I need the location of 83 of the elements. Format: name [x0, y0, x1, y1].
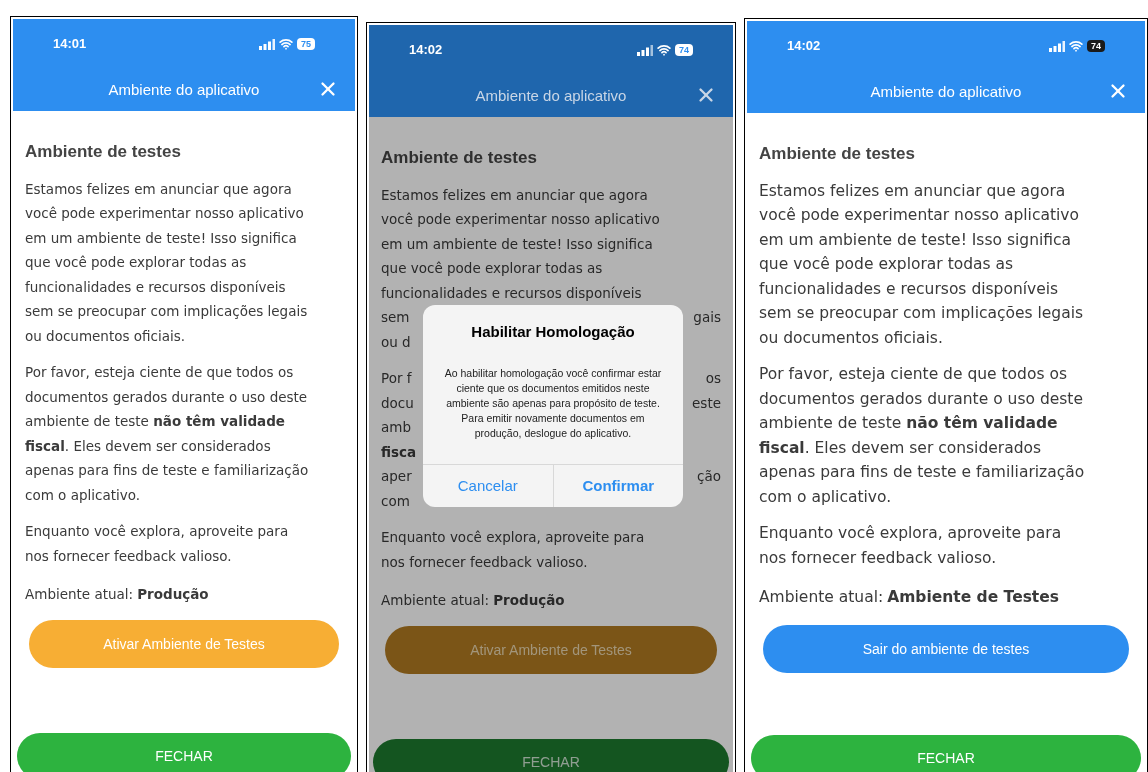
- close-app-button[interactable]: FECHAR: [373, 739, 729, 772]
- paragraph-line: ambiente de teste não têm validade: [25, 412, 286, 431]
- status-time: 14:02: [787, 37, 821, 56]
- dialog-title: Habilitar Homologação: [471, 322, 635, 342]
- status-time: 14:01: [53, 35, 87, 54]
- paragraph-line: ou documentos oficiais.: [25, 326, 186, 346]
- paragraph-line: Estamos felizes em anunciar que agora: [25, 179, 292, 199]
- env-label: Ambiente atual:: [25, 585, 134, 604]
- paragraph-line: ambiente de teste não têm validade: [759, 413, 1058, 434]
- paragraph-line: Enquanto você explora, aproveite para: [759, 523, 1062, 544]
- paragraph-line: os: [705, 369, 721, 388]
- paragraph-line: este: [692, 393, 721, 413]
- paragraph-line: nos fornecer feedback valioso.: [381, 552, 588, 572]
- paragraph-line: em um ambiente de teste! Isso significa: [25, 228, 297, 248]
- battery-level: 75: [297, 38, 315, 50]
- paragraph-line: ção: [697, 467, 721, 486]
- dialog-button[interactable]: Cancelar: [423, 465, 553, 507]
- paragraph-line: Enquanto você explora, aproveite para: [381, 528, 645, 547]
- battery-level: 74: [675, 44, 693, 56]
- paragraph-line: docu: [381, 393, 414, 413]
- paragraph-line: Por f: [381, 369, 412, 388]
- paragraph-line: você pode experimentar nosso aplicativo: [381, 210, 660, 229]
- paragraph-line: ou d: [381, 332, 411, 352]
- close-app-button[interactable]: FECHAR: [17, 733, 351, 772]
- dialog-button[interactable]: Confirmar: [552, 465, 683, 507]
- env-value: Produção: [137, 585, 209, 604]
- section-heading: Ambiente de testes: [25, 141, 182, 163]
- action-button[interactable]: Ativar Ambiente de Testes: [29, 620, 339, 669]
- paragraph-line: Por favor, esteja ciente de que todos os: [759, 364, 1067, 385]
- paragraph-line: fiscal. Eles devem ser considerados: [759, 437, 1042, 459]
- paragraph-line: que você pode explorar todas as: [381, 259, 603, 278]
- wifi-icon: [279, 37, 293, 51]
- paragraph-line: Por favor, esteja ciente de que todos os: [25, 363, 294, 382]
- paragraph-line: sem: [381, 308, 410, 327]
- paragraph-line: funcionalidades e recursos disponíveis: [759, 278, 1059, 300]
- env-value: Produção: [493, 591, 565, 610]
- paragraph-line: com: [381, 491, 410, 511]
- status-time: 14:02: [409, 41, 443, 60]
- paragraph-line: Enquanto você explora, aproveite para: [25, 522, 289, 541]
- close-app-button[interactable]: FECHAR: [751, 735, 1141, 772]
- env-label: Ambiente atual:: [381, 591, 490, 610]
- signal-icon: [259, 38, 275, 50]
- paragraph-line: documentos gerados durante o uso deste: [25, 387, 308, 407]
- header-title: Ambiente do aplicativo: [108, 79, 260, 100]
- paragraph-line: em um ambiente de teste! Isso significa: [381, 234, 653, 254]
- paragraph-line: com o aplicativo.: [759, 486, 892, 508]
- signal-icon: [637, 44, 653, 56]
- paragraph-line: apenas para fins de teste e familiarização: [759, 462, 1085, 483]
- paragraph-line: nos fornecer feedback valioso.: [759, 547, 997, 569]
- paragraph-line: amb: [381, 418, 411, 437]
- action-button[interactable]: Ativar Ambiente de Testes: [385, 626, 717, 675]
- paragraph-line: Estamos felizes em anunciar que agora: [381, 185, 648, 205]
- paragraph-line: sem se preocupar com implicações legais: [759, 303, 1084, 324]
- paragraph-line: ou documentos oficiais.: [759, 327, 943, 349]
- env-label: Ambiente atual:: [759, 587, 884, 608]
- wifi-icon: [657, 43, 671, 57]
- header-title: Ambiente do aplicativo: [870, 81, 1022, 102]
- paragraph-line: documentos gerados durante o uso deste: [759, 388, 1083, 410]
- paragraph-line: você pode experimentar nosso aplicativo: [759, 205, 1079, 226]
- paragraph-line: sem se preocupar com implicações legais: [25, 302, 308, 321]
- paragraph-line: funcionalidades e recursos disponíveis: [381, 283, 642, 303]
- battery-level: 74: [1087, 40, 1105, 52]
- signal-icon: [1049, 40, 1065, 52]
- paragraph-line: fisca: [381, 442, 417, 462]
- paragraph-line: gais: [693, 308, 721, 327]
- paragraph-line: aper: [381, 467, 412, 486]
- action-button[interactable]: Sair do ambiente de testes: [763, 625, 1129, 674]
- paragraph-line: você pode experimentar nosso aplicativo: [25, 204, 304, 223]
- paragraph-line: funcionalidades e recursos disponíveis: [25, 277, 286, 297]
- dialog-message: Ao habilitar homologação você confirmar estar ciente que os documentos emitidos neste ambiente são apenas para propósito de teste. Para emitir novamente documentos em produção, deslogue do aplicativo.: [443, 366, 663, 442]
- paragraph-line: que você pode explorar todas as: [759, 254, 1014, 275]
- paragraph-line: apenas para fins de teste e familiarização: [25, 461, 309, 480]
- paragraph-line: fiscal. Eles devem ser considerados: [25, 436, 271, 456]
- paragraph-line: em um ambiente de teste! Isso significa: [759, 229, 1072, 251]
- paragraph-line: nos fornecer feedback valioso.: [25, 546, 232, 566]
- wifi-icon: [1069, 39, 1083, 53]
- paragraph-line: que você pode explorar todas as: [25, 253, 247, 272]
- section-heading: Ambiente de testes: [381, 147, 538, 169]
- env-value: Ambiente de Testes: [887, 587, 1059, 608]
- section-heading: Ambiente de testes: [759, 143, 916, 165]
- header-title: Ambiente do aplicativo: [475, 85, 627, 106]
- paragraph-line: com o aplicativo.: [25, 485, 141, 505]
- paragraph-line: Estamos felizes em anunciar que agora: [759, 180, 1066, 202]
